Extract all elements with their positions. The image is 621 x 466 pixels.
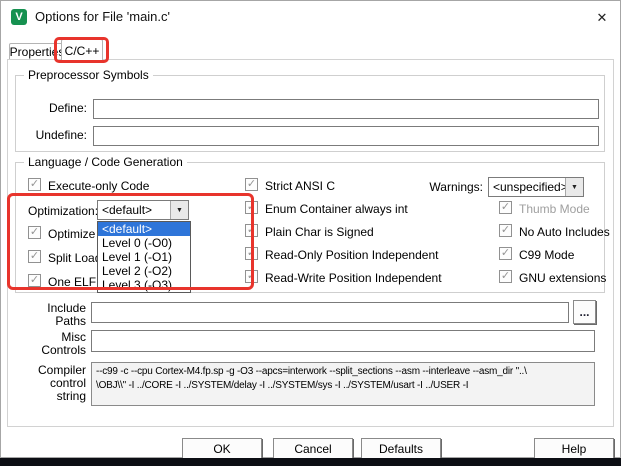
language-code-generation-legend: Language / Code Generation <box>24 155 187 169</box>
undefine-input[interactable] <box>93 126 599 146</box>
checkbox-no-auto-includes[interactable]: ✓ <box>499 224 512 237</box>
defaults-button[interactable]: Defaults <box>361 438 441 460</box>
warnings-value: <unspecified> <box>489 178 565 196</box>
checkbox-c99-mode[interactable]: ✓ <box>499 247 512 260</box>
cancel-button[interactable]: Cancel <box>273 438 353 460</box>
options-dialog: V Options for File 'main.c' ✕ Properties… <box>0 0 621 458</box>
close-button[interactable]: ✕ <box>589 8 615 28</box>
preprocessor-symbols-legend: Preprocessor Symbols <box>24 68 153 82</box>
no-auto-includes-label: No Auto Includes <box>519 225 610 239</box>
check-icon: ✓ <box>247 179 256 190</box>
ok-button[interactable]: OK <box>182 438 262 460</box>
define-input[interactable] <box>93 99 599 119</box>
thumb-mode-label: Thumb Mode <box>519 202 590 216</box>
checkbox-strict-ansi-c[interactable]: ✓ <box>245 178 258 191</box>
include-paths-label-line2: Paths <box>21 315 86 328</box>
compiler-string-line1: --c99 -c --cpu Cortex-M4.fp.sp -g -O3 --… <box>96 365 590 379</box>
desktop-background-strip <box>0 458 621 466</box>
strict-ansi-c-label: Strict ANSI C <box>265 179 335 193</box>
c99-mode-label: C99 Mode <box>519 248 574 262</box>
enum-container-int-label: Enum Container always int <box>265 202 408 216</box>
ellipsis-icon: ... <box>579 305 589 319</box>
annotation-box-optimization <box>7 193 254 290</box>
read-only-position-independent-label: Read-Only Position Independent <box>265 248 438 262</box>
warnings-label: Warnings: <box>413 181 483 194</box>
read-write-position-independent-label: Read-Write Position Independent <box>265 271 442 285</box>
misc-controls-label-line2: Controls <box>21 344 86 357</box>
close-icon: ✕ <box>597 10 608 26</box>
checkbox-gnu-extensions[interactable]: ✓ <box>499 270 512 283</box>
compiler-control-string-label: Compiler control string <box>21 364 86 403</box>
undefine-label: Undefine: <box>21 129 87 142</box>
checkbox-execute-only-code[interactable]: ✓ <box>28 178 41 191</box>
misc-controls-label: Misc Controls <box>21 331 86 357</box>
check-icon: ✓ <box>501 248 510 259</box>
execute-only-code-label: Execute-only Code <box>48 179 149 193</box>
include-paths-label: Include Paths <box>21 302 86 328</box>
help-button[interactable]: Help <box>534 438 614 460</box>
compiler-control-string-box: --c99 -c --cpu Cortex-M4.fp.sp -g -O3 --… <box>91 362 595 406</box>
checkbox-thumb-mode[interactable]: ✓ <box>499 201 512 214</box>
compiler-string-line2: \OBJ\\" -I ../CORE -I ../SYSTEM/delay -I… <box>96 379 590 393</box>
check-icon: ✓ <box>501 271 510 282</box>
browse-button[interactable]: ... <box>573 300 596 324</box>
misc-controls-input[interactable] <box>91 330 595 352</box>
dialog-title: Options for File 'main.c' <box>35 9 170 24</box>
keil-logo-icon: V <box>11 9 27 25</box>
gnu-extensions-label: GNU extensions <box>519 271 606 285</box>
chevron-down-icon[interactable]: ▼ <box>565 178 583 196</box>
check-icon: ✓ <box>30 179 39 190</box>
define-label: Define: <box>21 102 87 115</box>
plain-char-signed-label: Plain Char is Signed <box>265 225 374 239</box>
compiler-label-line3: string <box>21 390 86 403</box>
include-paths-input[interactable] <box>91 302 569 323</box>
check-icon: ✓ <box>501 225 510 236</box>
annotation-box-ccpp-tab <box>54 37 109 63</box>
warnings-combobox[interactable]: <unspecified> ▼ <box>488 177 584 197</box>
check-icon: ✓ <box>501 202 510 213</box>
